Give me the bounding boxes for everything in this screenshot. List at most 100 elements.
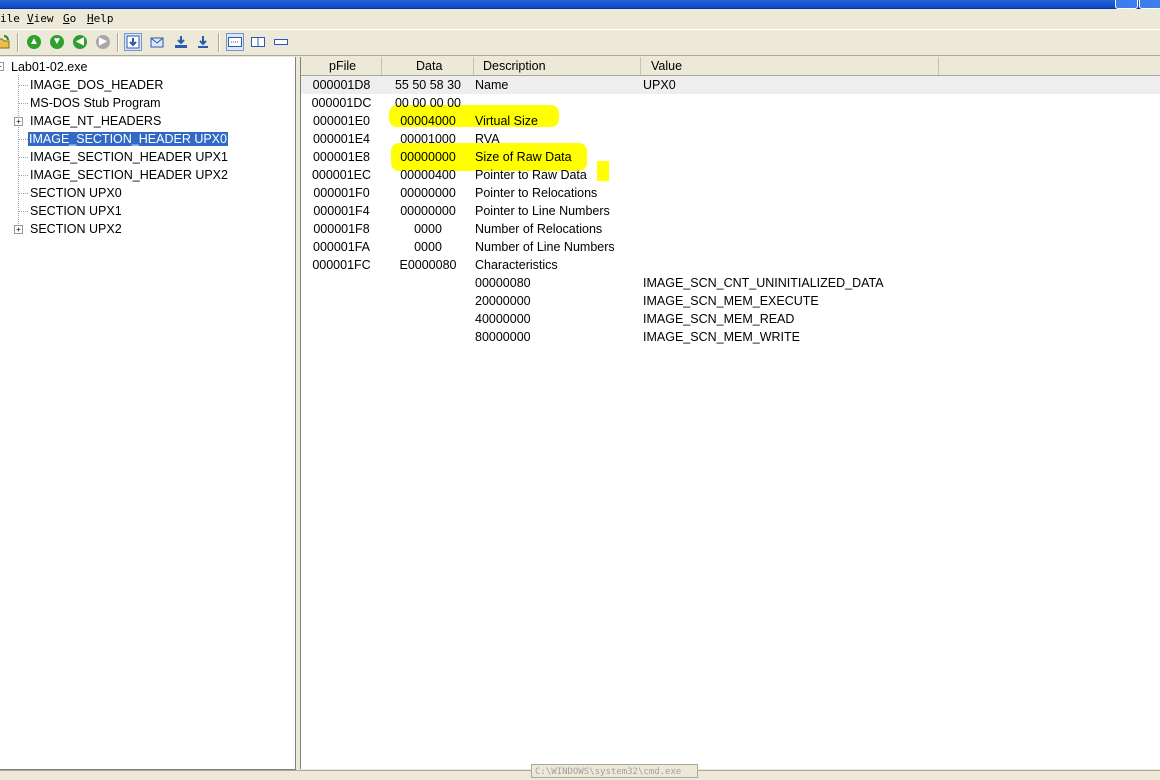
arrow-left-icon: ◀ xyxy=(73,35,87,49)
tree-item-section-header-upx1[interactable]: IMAGE_SECTION_HEADER UPX1 xyxy=(30,149,228,165)
column-header-value[interactable]: Value xyxy=(641,57,939,75)
cell-value xyxy=(643,112,1043,130)
cell-data: 00000400 xyxy=(400,168,456,182)
collapse-toggle-icon[interactable]: − xyxy=(0,62,4,71)
cell-pfile: 000001F8 xyxy=(313,222,370,236)
tree-item-section-upx2[interactable]: SECTION UPX2 xyxy=(30,221,122,237)
tree-item-section-upx1[interactable]: SECTION UPX1 xyxy=(30,203,122,219)
cell-pfile: 000001DC xyxy=(311,96,372,110)
cell-description xyxy=(475,94,641,112)
column-header-description[interactable]: Description xyxy=(474,57,641,75)
cell-description: Size of Raw Data xyxy=(475,150,572,164)
cell-value: UPX0 xyxy=(643,78,676,92)
cell-pfile: 000001D8 xyxy=(312,78,371,92)
structure-tree: − Lab01-02.exe IMAGE_DOS_HEADER MS-DOS S… xyxy=(0,57,296,770)
cell-value: IMAGE_SCN_MEM_EXECUTE xyxy=(643,294,819,308)
view-hex-button[interactable] xyxy=(226,33,244,51)
table-header: pFile Data Description Value xyxy=(301,57,1160,76)
cell-description: RVA xyxy=(475,132,500,146)
column-header-data[interactable]: Data xyxy=(382,57,474,75)
cell-data: 00000000 xyxy=(400,204,456,218)
cell-pfile: 000001F4 xyxy=(313,204,370,218)
record-view-icon xyxy=(274,39,288,45)
open-file-button[interactable] xyxy=(0,33,12,51)
nav-up-button[interactable]: ▲ xyxy=(25,33,43,51)
cell-value xyxy=(643,256,1043,274)
cell-data xyxy=(382,310,474,328)
minimize-button[interactable] xyxy=(1115,0,1138,9)
cell-data: 0000 xyxy=(414,222,442,236)
download-arrow-icon xyxy=(126,35,140,49)
cell-data xyxy=(382,274,474,292)
cell-pfile: 000001FA xyxy=(313,240,370,254)
tree-item-section-header-upx2[interactable]: IMAGE_SECTION_HEADER UPX2 xyxy=(30,167,228,183)
cell-data: 55 50 58 30 xyxy=(394,78,462,92)
cell-pfile: 000001FC xyxy=(312,258,371,272)
menu-bar: ile View Go Help xyxy=(0,9,1160,28)
cell-pfile xyxy=(301,292,382,310)
maximize-button[interactable] xyxy=(1139,0,1160,9)
menu-file[interactable]: ile xyxy=(0,12,20,25)
menu-go[interactable]: Go xyxy=(63,12,76,25)
menu-help[interactable]: Help xyxy=(87,12,114,25)
cell-value xyxy=(643,202,1043,220)
go-to-entry-button[interactable] xyxy=(124,33,142,51)
expand-toggle-icon[interactable]: + xyxy=(14,117,23,126)
cell-pfile: 000001F0 xyxy=(313,186,370,200)
cell-value xyxy=(643,148,1043,166)
cell-data: 0000 xyxy=(414,240,442,254)
text-view-icon xyxy=(251,37,265,47)
cell-value: IMAGE_SCN_CNT_UNINITIALIZED_DATA xyxy=(643,276,884,290)
tree-item-nt-headers[interactable]: IMAGE_NT_HEADERS xyxy=(30,113,161,129)
cell-pfile xyxy=(301,328,382,346)
tree-item-dos-stub[interactable]: MS-DOS Stub Program xyxy=(30,95,161,111)
view-text-button[interactable] xyxy=(249,33,267,51)
tree-item-dos-header[interactable]: IMAGE_DOS_HEADER xyxy=(30,77,163,93)
cell-description: Number of Line Numbers xyxy=(475,240,615,254)
cell-description: Pointer to Relocations xyxy=(475,186,598,200)
menu-view[interactable]: View xyxy=(27,12,54,25)
go-to-mail-button[interactable] xyxy=(148,33,166,51)
column-header-pfile[interactable]: pFile xyxy=(301,57,382,75)
arrow-into-tray-icon xyxy=(175,36,187,48)
arrow-up-icon: ▲ xyxy=(27,35,41,49)
nav-down-button[interactable]: ▼ xyxy=(48,33,66,51)
tree-root-file[interactable]: Lab01-02.exe xyxy=(11,59,87,75)
cell-data: 00000000 xyxy=(400,186,456,200)
cell-description: Pointer to Line Numbers xyxy=(475,204,610,218)
cell-pfile: 000001E0 xyxy=(312,114,370,128)
toolbar: ▲ ▼ ◀ ▶ xyxy=(0,29,1160,56)
nav-forward-button[interactable]: ▶ xyxy=(94,33,112,51)
go-to-offset-button[interactable] xyxy=(172,33,190,51)
cell-description: 20000000 xyxy=(475,294,531,308)
cell-description: 80000000 xyxy=(475,330,531,344)
cell-data: 00 00 00 00 xyxy=(394,96,462,110)
nav-back-button[interactable]: ◀ xyxy=(71,33,89,51)
arrow-to-bottom-icon xyxy=(198,36,208,48)
cell-data xyxy=(382,292,474,310)
cell-data: 00000000 xyxy=(400,150,456,164)
hex-view-icon xyxy=(228,37,242,47)
cell-description: Virtual Size xyxy=(475,114,538,128)
go-to-end-button[interactable] xyxy=(194,33,212,51)
expand-toggle-icon[interactable]: + xyxy=(14,225,23,234)
cell-pfile: 000001E4 xyxy=(312,132,370,146)
view-record-button[interactable] xyxy=(272,33,290,51)
title-bar xyxy=(0,0,1160,9)
cell-pfile xyxy=(301,274,382,292)
cell-description: Number of Relocations xyxy=(475,222,603,236)
cell-value xyxy=(643,220,1043,238)
cell-pfile: 000001EC xyxy=(311,168,372,182)
cell-value xyxy=(643,238,1043,256)
cell-data xyxy=(382,328,474,346)
cell-description: Pointer to Raw Data xyxy=(475,168,587,182)
detail-table: pFile Data Description Value 000001D8 55 … xyxy=(300,57,1160,769)
tree-item-section-header-upx0[interactable]: IMAGE_SECTION_HEADER UPX0 xyxy=(27,131,229,147)
cell-value: IMAGE_SCN_MEM_READ xyxy=(643,312,795,326)
cell-value xyxy=(643,166,1043,184)
tree-item-section-upx0[interactable]: SECTION UPX0 xyxy=(30,185,122,201)
cell-value xyxy=(643,94,1043,112)
cell-value: IMAGE_SCN_MEM_WRITE xyxy=(643,330,800,344)
taskbar-cmd-window[interactable]: C:\WINDOWS\system32\cmd.exe xyxy=(531,764,698,778)
cell-data: E0000080 xyxy=(399,258,457,272)
